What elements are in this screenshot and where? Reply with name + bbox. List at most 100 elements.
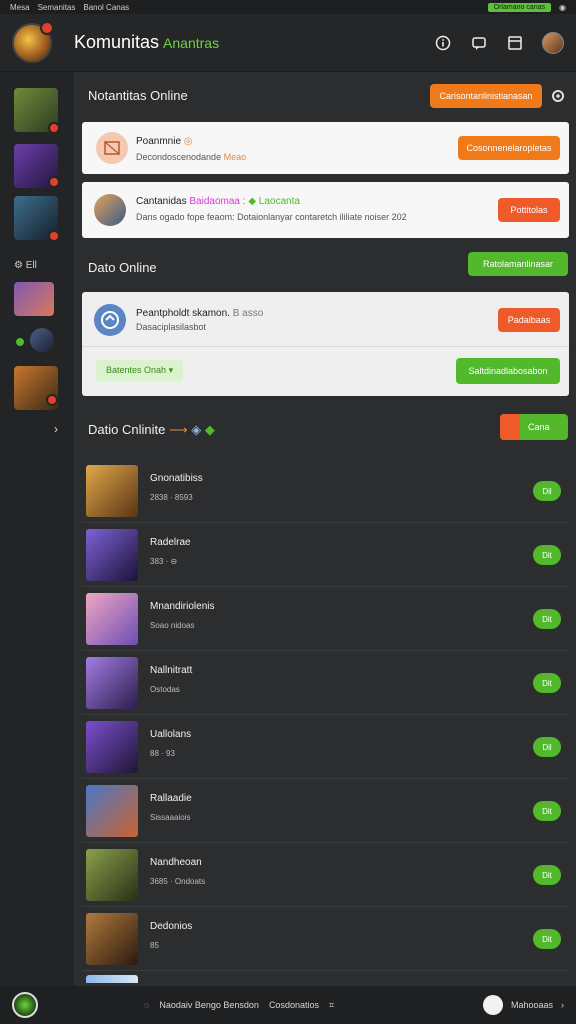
card-avatar-2	[94, 194, 126, 226]
list-item-name: Rallaadie	[150, 793, 192, 804]
main-content: Notantitas Online Carisontanlinistianasa…	[74, 72, 576, 986]
list-item-meta: 2838 · 8593	[150, 493, 193, 502]
sidebar-badge-1	[48, 122, 60, 134]
list-item-thumb	[86, 529, 138, 581]
section-title-notifications: Notantitas Online	[88, 88, 188, 103]
app-title: Komunitas Anantras	[74, 32, 219, 53]
card-subtitle-3: Dasaciplasilasbot	[136, 322, 207, 332]
notifications-action-button[interactable]: Carisontanlinistianasan	[430, 84, 542, 108]
bottom-avatar-icon[interactable]	[482, 995, 503, 1015]
card-divider	[82, 346, 569, 347]
info-icon[interactable]	[434, 34, 452, 52]
status-icon: ◉	[559, 2, 566, 12]
grid-icon[interactable]: ⌗	[329, 1000, 334, 1011]
app-logo[interactable]	[12, 20, 54, 63]
card-action-button-3[interactable]: Padaibaas	[498, 308, 560, 332]
sidebar-online-dot	[14, 336, 26, 348]
list-item-thumb	[86, 593, 138, 645]
list-item-status-pill[interactable]: Dit	[533, 545, 561, 565]
app-title-accent: Anantras	[163, 35, 220, 51]
bottom-right-text: Mahooaas	[510, 1000, 553, 1010]
bottom-mid-text-2: Cosdonatios	[268, 1000, 319, 1010]
section-title-dato-online: Dato Online	[88, 260, 157, 275]
list-item-meta: 383 · ⊖	[150, 557, 178, 566]
sidebar-badge-3	[48, 230, 60, 242]
chevron-right-icon[interactable]: ›	[561, 1000, 564, 1010]
notification-card-1[interactable]: Poanmnie ◎ Decondoscenodande Meao Cosonn…	[82, 122, 569, 174]
card-title-1: Poanmnie ◎	[136, 136, 193, 147]
list-item[interactable]: Gnonatibiss 2838 · 8593 Dil	[82, 459, 569, 523]
dato-card[interactable]: Peantpholdt skamon. B asso Dasaciplasila…	[82, 292, 569, 396]
list-item-meta: 85	[150, 941, 159, 950]
list-item-thumb	[86, 657, 138, 709]
section-title-datio-online: Datio Cnlinite ⟶ ◈ ◆	[88, 422, 215, 437]
list-item-thumb	[86, 849, 138, 901]
datio-online-button[interactable]: Cana	[500, 414, 568, 440]
sidebar-mini-row[interactable]: ⚙ Ell	[14, 260, 37, 271]
card-subtitle-2: Dans ogado fope feaom: Dotaionlanyar con…	[136, 212, 407, 222]
status-pill: Orlamano canas	[487, 2, 552, 12]
list-item[interactable]: Radelrae 383 · ⊖ Dit	[82, 523, 569, 587]
datio-button-icon	[500, 414, 520, 440]
sidebar-avatar-small[interactable]	[30, 328, 54, 352]
list-item-status-pill[interactable]: Dit	[533, 929, 561, 949]
list-item-name: Nallnitratt	[150, 665, 193, 676]
logo-notification-badge	[40, 20, 54, 35]
list-item-meta: Sissaaaiois	[150, 813, 191, 822]
list-item-name: Mnandiriolenis	[150, 601, 215, 612]
card-title-3: Peantpholdt skamon. B asso	[136, 308, 264, 319]
dato-online-button[interactable]: Ratolamanlinasar	[468, 252, 568, 276]
chevron-right-icon[interactable]: ›	[54, 422, 58, 436]
list-item-meta: 88 · 93	[150, 749, 175, 758]
card-avatar-3	[94, 304, 126, 336]
bottom-logo[interactable]	[12, 992, 38, 1018]
sidebar-badge-5	[46, 394, 58, 406]
list-item-name: Dedonios	[150, 921, 193, 932]
list-item-meta: 3685 · Ondoats	[150, 877, 206, 886]
list-item-meta: Ostodas	[150, 685, 180, 694]
status-bar: Mesa Semanitas Banol Canas Orlamano cana…	[0, 0, 576, 14]
list-item-status-pill[interactable]: Dit	[533, 673, 561, 693]
list-item-thumb	[86, 913, 138, 965]
list-item-status-pill[interactable]: Dil	[533, 737, 561, 757]
sidebar-badge-2	[48, 176, 60, 188]
status-text-2: Semanitas	[37, 2, 76, 12]
list-item-status-pill[interactable]: Dil	[533, 481, 561, 501]
list-item-name: Nandheoan	[150, 857, 202, 868]
list-item[interactable]: Nandheoan 3685 · Ondoats Dit	[82, 843, 569, 907]
notification-card-2[interactable]: Cantanidas Baidaomaa : ◆ Laocanta Dans o…	[82, 182, 569, 238]
list-item[interactable]: Uallolans 88 · 93 Dil	[82, 715, 569, 779]
user-avatar[interactable]	[542, 31, 564, 54]
online-status-badge: Batentes Onah ▾	[96, 360, 184, 381]
chat-icon[interactable]	[470, 34, 488, 52]
list-item-name: Radelrae	[150, 537, 191, 548]
list-item-name: Uallolans	[150, 729, 192, 740]
list-item[interactable]: Rallaadie Sissaaaiois Dit	[82, 779, 569, 843]
window-icon[interactable]	[506, 34, 524, 52]
bottom-mid-text: Naodaiv Bengo Bensdon	[159, 1000, 259, 1010]
list-item-thumb	[86, 721, 138, 773]
sidebar: ⚙ Ell ›	[0, 72, 74, 986]
card-action-button-2[interactable]: Pottitolas	[498, 198, 560, 222]
list-item-thumb-partial	[86, 975, 138, 983]
card-action-button-1[interactable]: Cosonnenelaropletas	[458, 136, 560, 160]
list-item[interactable]: Mnandiriolenis Soao nidoas Dit	[82, 587, 569, 651]
bottom-bar: ◌ Naodaiv Bengo Bensdon Cosdonatios ⌗ Ma…	[0, 986, 576, 1024]
card-title-2: Cantanidas Baidaomaa : ◆ Laocanta	[136, 196, 300, 207]
list-item-status-pill[interactable]: Dit	[533, 609, 561, 629]
list-item[interactable]: Nallnitratt Ostodas Dit	[82, 651, 569, 715]
settings-icon[interactable]	[550, 88, 566, 104]
list-item-status-pill[interactable]: Dit	[533, 801, 561, 821]
list-item-thumb	[86, 465, 138, 517]
list-item-thumb	[86, 785, 138, 837]
card-footer-button[interactable]: Saltdinadlabosabon	[456, 358, 560, 384]
status-text-1: Mesa	[10, 2, 30, 12]
datio-button-label: Cana	[528, 422, 550, 432]
chat-icon[interactable]: ◌	[144, 1000, 149, 1010]
list-item-status-pill[interactable]: Dit	[533, 865, 561, 885]
list-item-meta: Soao nidoas	[150, 621, 195, 630]
list-item-name: Gnonatibiss	[150, 473, 203, 484]
sidebar-game-thumb-4[interactable]	[14, 282, 54, 316]
gear-icon: ⚙	[14, 260, 23, 271]
list-item[interactable]: Dedonios 85 Dit	[82, 907, 569, 971]
